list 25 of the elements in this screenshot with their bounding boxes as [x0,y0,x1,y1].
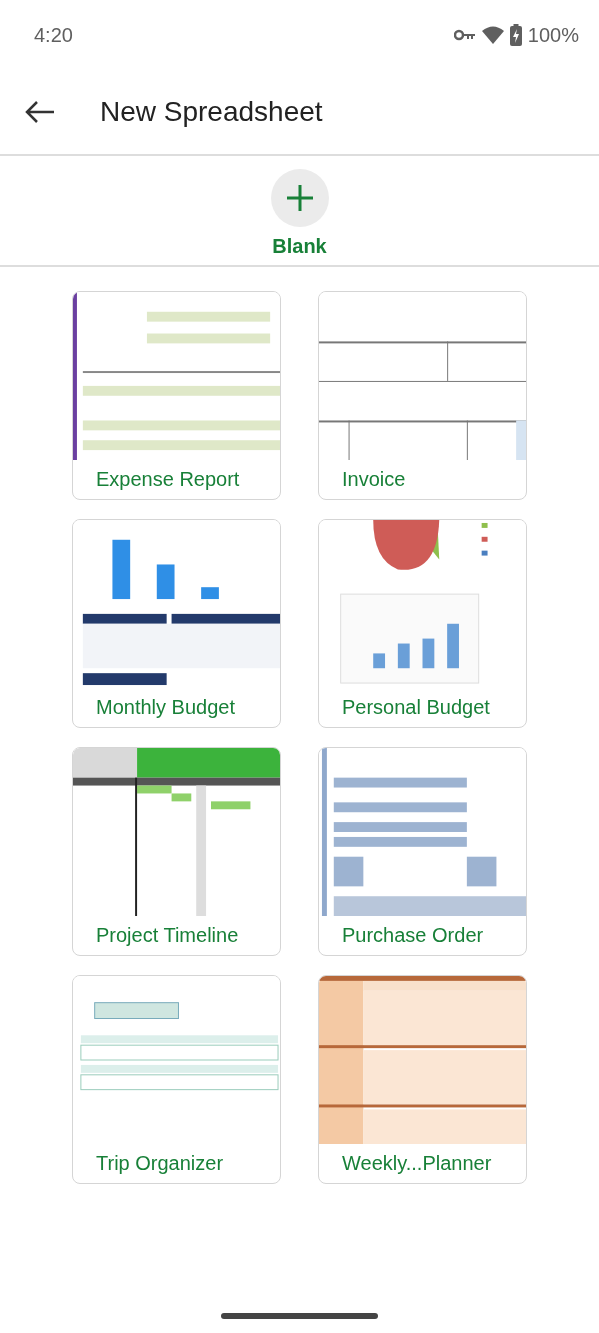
template-name: Purchase Order [341,923,485,947]
battery-icon [509,24,522,46]
template-name: Expense Report [95,467,241,491]
clock: 4:20 [34,23,73,47]
blank-label: Blank [272,235,327,258]
template-card[interactable]: Purchase Order [318,747,527,956]
back-arrow-icon[interactable] [24,100,56,124]
template-card[interactable]: Monthly Budget [72,519,281,728]
template-name: Trip Organizer [95,1151,225,1175]
screen-title: New Spreadsheet [100,96,323,128]
wifi-icon [481,26,504,44]
template-name: Project Timeline [95,923,240,947]
template-name: Weekly...Planner [341,1151,493,1175]
template-card[interactable]: Expense Report [72,291,281,500]
template-card[interactable]: Project Timeline [72,747,281,956]
template-name: Monthly Budget [95,695,236,719]
plus-icon [286,185,313,211]
template-name: Personal Budget [341,695,491,719]
template-card[interactable]: Personal Budget [318,519,527,728]
template-card[interactable]: Invoice [318,291,527,500]
template-card[interactable]: Trip Organizer [72,975,281,1184]
template-name: Invoice [341,467,407,491]
template-card[interactable]: Weekly...Planner [318,975,527,1184]
battery-level: 100% [527,23,579,47]
key-icon [453,29,476,41]
